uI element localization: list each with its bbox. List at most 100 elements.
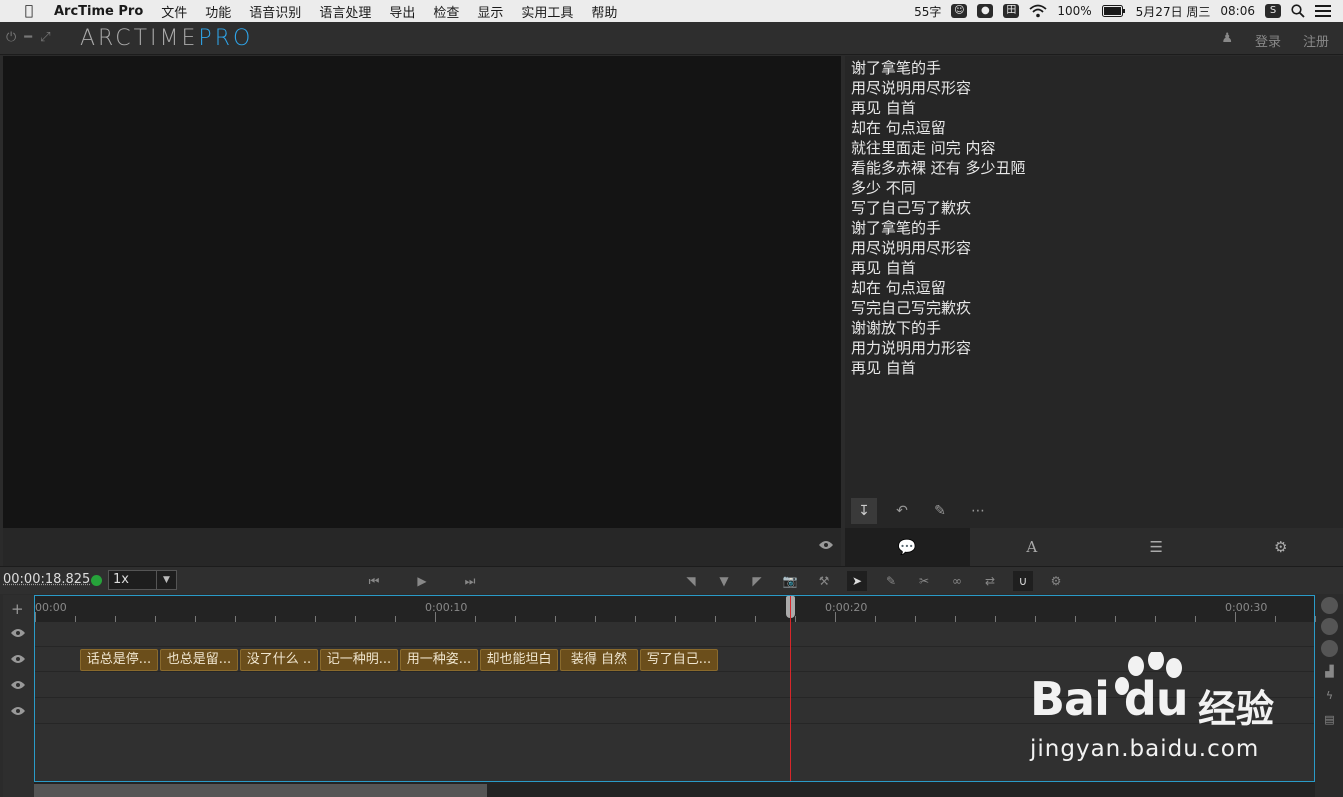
mark-in-button[interactable]: ◥ [681, 571, 701, 591]
playback-speed-value: 1x [113, 572, 129, 587]
playhead[interactable] [790, 596, 791, 781]
menu-tools[interactable]: 实用工具 [521, 2, 573, 21]
battery-icon[interactable] [1101, 5, 1126, 17]
tab-subtitles[interactable]: 💬 [845, 528, 970, 566]
subtitle-text-line[interactable]: 谢了拿笔的手 [851, 58, 1337, 78]
subtitle-clip[interactable]: 写了自己... [640, 649, 718, 671]
scrollbar-thumb[interactable] [34, 784, 487, 797]
baidu-watermark: Bai du 经验 jingyan.baidu.com [1030, 652, 1330, 772]
notification-center-icon[interactable] [1315, 4, 1331, 18]
track-4-eye-icon[interactable] [11, 706, 25, 716]
video-preview[interactable] [3, 56, 841, 528]
subtitle-text-line[interactable]: 用尽说明用尽形容 [851, 78, 1337, 98]
subtitle-clip[interactable]: 记一种明... [320, 649, 398, 671]
subtitle-text-line[interactable]: 再见 自首 [851, 358, 1337, 378]
subtitle-clip[interactable]: 却也能坦白 [480, 649, 558, 671]
date-display[interactable]: 5月27日 周三 [1136, 3, 1211, 20]
status-indicator [91, 575, 102, 586]
input-method-icon[interactable]: 田 [1003, 4, 1020, 18]
wifi-icon[interactable] [1029, 4, 1047, 18]
register-link[interactable]: 注册 [1303, 31, 1329, 50]
menu-check[interactable]: 检查 [433, 2, 459, 21]
skip-back-button[interactable]: ⏮ [364, 571, 384, 591]
expand-icon[interactable]: ⤢ [40, 30, 50, 45]
subtitle-text-line[interactable]: 再见 自首 [851, 98, 1337, 118]
sogou-icon[interactable]: S [1265, 4, 1281, 18]
ruler-label: 0:00:30 [1225, 601, 1268, 614]
current-timecode[interactable]: 00:00:18.825 [3, 572, 90, 587]
status-area: 55字 ☺ ● 田 100% 5月27日 周三 08:06 S [904, 0, 1331, 22]
subtitle-clip[interactable]: 也总是留... [160, 649, 238, 671]
tab-list[interactable]: ☰ [1094, 528, 1219, 566]
subtitle-text-line[interactable]: 却在 句点逗留 [851, 118, 1337, 138]
char-count[interactable]: 55字 [914, 3, 941, 20]
menu-export[interactable]: 导出 [389, 2, 415, 21]
camera-icon[interactable]: 📷 [780, 571, 800, 591]
play-button[interactable]: ▶ [412, 571, 432, 591]
more-options-button[interactable]: ⋯ [965, 498, 991, 524]
tab-settings[interactable]: ⚙ [1219, 528, 1343, 566]
chevron-down-icon[interactable]: ▼ [156, 571, 176, 589]
playback-speed-select[interactable]: 1x ▼ [108, 570, 177, 590]
gear-icon[interactable]: ⚙ [1046, 571, 1066, 591]
subtitle-text-line[interactable]: 写了自己写了歉疚 [851, 198, 1337, 218]
mark-out-button[interactable]: ◤ [747, 571, 767, 591]
subtitle-text-line[interactable]: 多少 不同 [851, 178, 1337, 198]
subtitle-clip[interactable]: 话总是停... [80, 649, 158, 671]
edit-tool-button[interactable]: ✎ [881, 571, 901, 591]
swap-icon[interactable]: ⇄ [980, 571, 1000, 591]
minimize-icon[interactable]: ━ [24, 30, 32, 45]
menu-view[interactable]: 显示 [477, 2, 503, 21]
apple-icon[interactable]:  [20, 3, 38, 19]
list-icon: ☰ [1149, 538, 1163, 556]
track-1-eye-icon[interactable] [11, 628, 25, 638]
track-row[interactable] [35, 622, 1314, 647]
subtitle-text-panel[interactable]: 谢了拿笔的手 用尽说明用尽形容 再见 自首 却在 句点逗留 就往里面走 问完 内容 看能多… [845, 56, 1343, 494]
skip-forward-button[interactable]: ⏭ [460, 571, 480, 591]
ruler-label: 0:00:20 [825, 601, 868, 614]
subtitle-text-line[interactable]: 谢谢放下的手 [851, 318, 1337, 338]
login-link[interactable]: 登录 [1255, 31, 1281, 50]
magnet-icon[interactable]: ∪ [1013, 571, 1033, 591]
menu-function[interactable]: 功能 [205, 2, 231, 21]
edit-pencil-button[interactable]: ✎ [927, 498, 953, 524]
scissors-icon[interactable]: ✂ [914, 571, 934, 591]
subtitle-text-line[interactable]: 谢了拿笔的手 [851, 218, 1337, 238]
subtitle-clip[interactable]: 没了什么 .. [240, 649, 318, 671]
menu-speech-recognition[interactable]: 语音识别 [249, 2, 301, 21]
track-3-eye-icon[interactable] [11, 680, 25, 690]
subtitle-clip[interactable]: 用一种姿... [400, 649, 478, 671]
subtitle-text-line[interactable]: 再见 自首 [851, 258, 1337, 278]
insert-line-button[interactable]: ↧ [851, 498, 877, 524]
tab-styles[interactable]: A [970, 528, 1095, 566]
time-ruler[interactable]: 00:00 0:00:10 0:00:20 0:00:30 [35, 596, 1316, 622]
microphone-icon[interactable]: ● [977, 4, 994, 18]
track-2-eye-icon[interactable] [11, 654, 25, 664]
subtitle-text-line[interactable]: 用尽说明用尽形容 [851, 238, 1337, 258]
subtitle-text-line[interactable]: 看能多赤裸 还有 多少丑陋 [851, 158, 1337, 178]
magic-wand-icon[interactable]: ⚒ [814, 571, 834, 591]
subtitle-text-line[interactable]: 用力说明用力形容 [851, 338, 1337, 358]
undo-button[interactable]: ↶ [889, 498, 915, 524]
time-display[interactable]: 08:06 [1220, 4, 1255, 18]
timeline-horizontal-scrollbar[interactable] [34, 782, 1315, 797]
ruler-tick [35, 612, 36, 622]
power-icon[interactable]: ⏻ [6, 30, 16, 45]
zoom-circle-icon[interactable] [1321, 618, 1338, 635]
app-menu[interactable]: ArcTime Pro [54, 4, 143, 19]
mark-point-button[interactable]: ▼ [714, 571, 734, 591]
zoom-circle-icon[interactable] [1321, 597, 1338, 614]
menu-file[interactable]: 文件 [161, 2, 187, 21]
spotlight-search-icon[interactable] [1291, 4, 1305, 18]
subtitle-text-line[interactable]: 写完自己写完歉疚 [851, 298, 1337, 318]
preview-visibility-eye-icon[interactable] [819, 540, 833, 550]
face-icon[interactable]: ☺ [951, 4, 968, 18]
link-icon[interactable]: ∞ [947, 571, 967, 591]
subtitle-text-line[interactable]: 就往里面走 问完 内容 [851, 138, 1337, 158]
subtitle-clip[interactable]: 装得 自然 [560, 649, 638, 671]
add-track-icon[interactable]: + [11, 600, 24, 618]
menu-help[interactable]: 帮助 [591, 2, 617, 21]
menu-language-processing[interactable]: 语言处理 [319, 2, 371, 21]
subtitle-text-line[interactable]: 却在 句点逗留 [851, 278, 1337, 298]
select-tool-button[interactable]: ➤ [847, 571, 867, 591]
